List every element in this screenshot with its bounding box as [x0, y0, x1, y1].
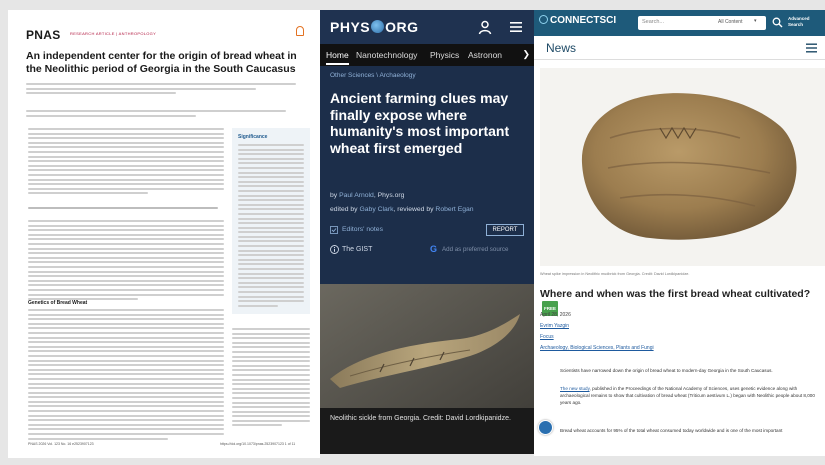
genetics-text — [28, 309, 224, 442]
the-gist-toggle[interactable]: The GIST — [342, 246, 372, 253]
author-link[interactable]: Paul Arnold — [339, 192, 374, 199]
author-link[interactable]: Evrim Yazgin — [540, 323, 569, 329]
chevron-down-icon[interactable]: ▾ — [754, 18, 757, 24]
connectsci-logo-icon — [539, 15, 548, 24]
breadcrumb: Other Sciences \ Archaeology — [330, 72, 416, 79]
significance-title: Significance — [238, 134, 268, 140]
nav-astronomy[interactable]: Astronon — [468, 50, 502, 60]
add-preferred-source-link[interactable]: Add as preferred source — [442, 246, 508, 253]
search-icon[interactable] — [772, 17, 783, 28]
article-paragraph: The new study, published in the Proceedi… — [560, 386, 815, 405]
search-input[interactable]: Search... All Content ▾ — [638, 16, 766, 30]
physorg-header: PHYS ORG — [320, 10, 534, 44]
breadcrumb-archaeology[interactable]: Archaeology — [380, 72, 416, 79]
checklist-icon — [330, 226, 338, 234]
search-scope-select[interactable]: All Content — [718, 19, 742, 25]
study-link[interactable]: The new study — [560, 386, 590, 391]
image-caption: Wheat spike impression in Neolithic mudb… — [540, 272, 690, 276]
section-title: News — [546, 41, 577, 55]
chevron-right-icon[interactable]: ❯ — [522, 49, 530, 60]
connectsci-panel: CONNECTSCI Search... All Content ▾ Advan… — [534, 10, 825, 456]
intro-text — [28, 220, 224, 303]
report-button[interactable]: REPORT — [486, 224, 524, 236]
article-paragraph: Scientists have narrowed down the origin… — [560, 368, 773, 373]
paper-authors — [26, 83, 306, 97]
connectsci-header: CONNECTSCI Search... All Content ▾ Advan… — [534, 10, 825, 36]
keywords-line — [28, 207, 218, 212]
advanced-search-link[interactable]: Advanced Search — [788, 16, 822, 27]
section-heading: Genetics of Bread Wheat — [28, 300, 88, 306]
nav-home[interactable]: Home — [326, 50, 349, 65]
abstract-text — [28, 128, 224, 197]
pnas-paper-panel: PNAS RESEARCH ARTICLE | ANTHROPOLOGY An … — [8, 10, 320, 458]
globe-icon — [371, 20, 385, 33]
pnas-logo: PNAS — [26, 28, 61, 42]
sickle-photo — [320, 284, 534, 424]
news-bar: News — [534, 36, 825, 60]
open-access-icon — [296, 26, 304, 36]
hamburger-menu-icon[interactable] — [806, 43, 817, 53]
physorg-logo[interactable]: PHYS ORG — [330, 19, 419, 35]
pnas-section-label: RESEARCH ARTICLE | ANTHROPOLOGY — [70, 31, 157, 36]
significance-box: Significance — [232, 128, 310, 314]
nav-nanotechnology[interactable]: Nanotechnology — [356, 50, 417, 60]
article-paragraph: Bread wheat accounts for 95% of the tota… — [560, 428, 783, 433]
info-circle-icon — [330, 245, 339, 254]
article-title: Where and when was the first bread wheat… — [540, 288, 825, 316]
editors-notes-link[interactable]: Editors' notes — [342, 226, 383, 233]
connectsci-logo[interactable]: CONNECTSCI — [539, 15, 616, 26]
article-date: April 28, 2026 — [540, 312, 571, 318]
physorg-nav: Home Nanotechnology Physics Astronon ❯ — [320, 44, 534, 66]
category-link[interactable]: Focus — [540, 334, 554, 340]
google-icon: G — [430, 244, 438, 254]
article-editors: edited by Gaby Clark, reviewed by Robert… — [330, 206, 474, 213]
mudbrick-image — [540, 68, 825, 266]
reviewer-link[interactable]: Robert Egan — [435, 206, 473, 213]
sickle-image — [320, 284, 534, 424]
article-byline: by Paul Arnold, Phys.org — [330, 192, 405, 199]
nav-physics[interactable]: Physics — [430, 50, 459, 60]
tags-links[interactable]: Archaeology, Biological Sciences, Plants… — [540, 345, 654, 351]
photo-caption: Neolithic sickle from Georgia. Credit: D… — [330, 415, 511, 422]
author-notes — [232, 328, 310, 429]
paper-title: An independent center for the origin of … — [26, 50, 297, 75]
mudbrick-photo — [540, 68, 825, 266]
article-title: Ancient farming clues may finally expose… — [330, 90, 510, 156]
paper-footer-right: https://doi.org/10.1073/pnas.2523907123 … — [220, 442, 296, 446]
physorg-article-header: Other Sciences \ Archaeology Ancient far… — [320, 66, 534, 284]
breadcrumb-other-sciences[interactable]: Other Sciences — [330, 72, 374, 79]
editor-link[interactable]: Gaby Clark — [359, 206, 393, 213]
paper-footer-left: PNAS 2026 Vol. 123 No. 16 e2523907123 — [28, 442, 94, 446]
hamburger-menu-icon[interactable] — [509, 20, 523, 34]
physorg-panel: PHYS ORG Home Nanotechnology Physics Astr… — [320, 10, 534, 454]
user-icon[interactable] — [477, 19, 493, 35]
received-line — [26, 110, 286, 119]
globe-button-icon[interactable] — [538, 420, 553, 435]
